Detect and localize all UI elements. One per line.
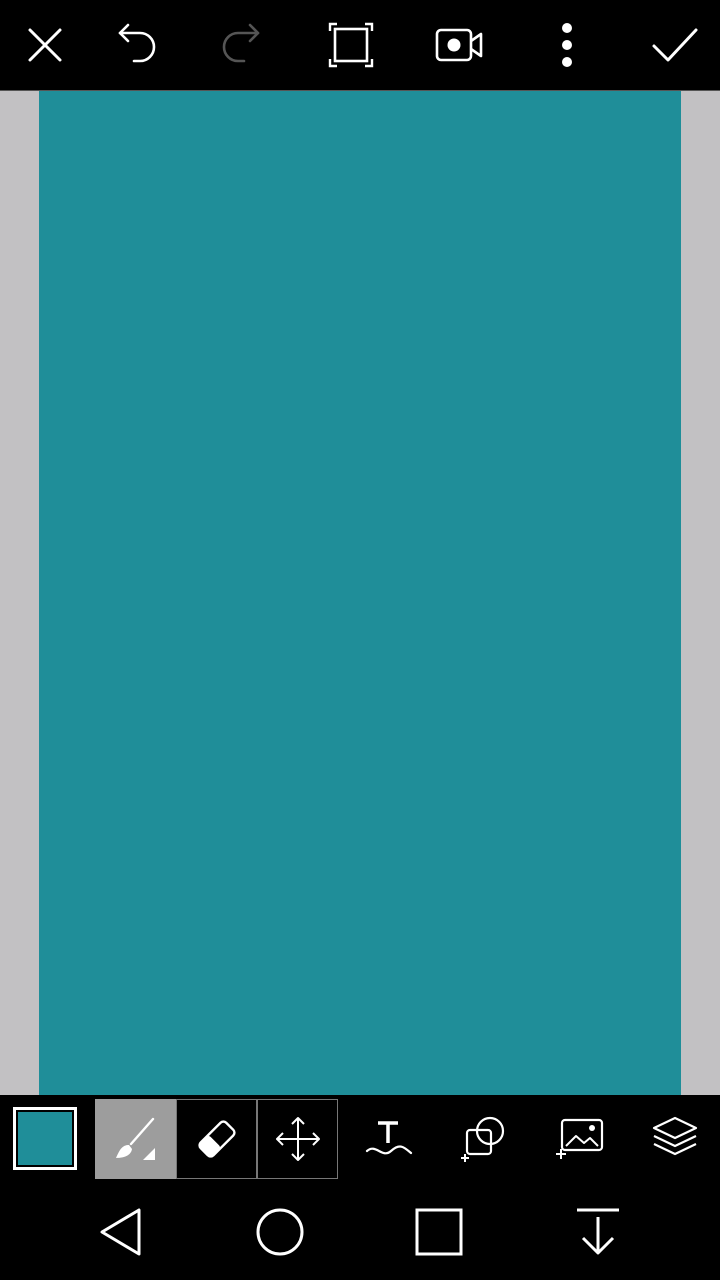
undo-icon <box>118 23 156 63</box>
home-icon <box>256 1208 304 1256</box>
more-options-icon <box>562 23 572 67</box>
eraser-icon <box>197 1120 236 1158</box>
layers-icon <box>652 1116 698 1156</box>
move-icon <box>275 1117 320 1161</box>
confirm-button[interactable] <box>630 0 720 90</box>
record-video-icon <box>435 28 483 62</box>
undo-button[interactable] <box>90 0 180 90</box>
color-picker-swatch[interactable] <box>13 1107 77 1170</box>
recents-icon <box>415 1208 463 1256</box>
more-options-button[interactable] <box>522 0 612 90</box>
recents-button[interactable] <box>394 1192 484 1272</box>
eraser-tool-button[interactable] <box>176 1099 257 1179</box>
redo-button[interactable] <box>198 0 288 90</box>
confirm-icon <box>652 28 698 62</box>
back-icon <box>100 1208 141 1256</box>
home-button[interactable] <box>235 1192 325 1272</box>
shape-icon <box>461 1116 505 1162</box>
text-icon <box>365 1121 413 1155</box>
add-image-icon <box>556 1118 604 1159</box>
move-tool-button[interactable] <box>257 1099 338 1179</box>
back-button[interactable] <box>76 1192 166 1272</box>
hide-nav-button[interactable] <box>553 1192 643 1272</box>
shape-tool-button[interactable] <box>444 1099 524 1179</box>
drawing-canvas[interactable] <box>39 91 681 1095</box>
fullscreen-button[interactable] <box>306 0 396 90</box>
layers-button[interactable] <box>635 1099 715 1179</box>
close-button[interactable] <box>0 0 90 90</box>
record-video-button[interactable] <box>414 0 504 90</box>
brush-icon <box>115 1117 155 1160</box>
text-tool-button[interactable] <box>349 1099 429 1179</box>
workspace <box>0 90 720 1095</box>
add-image-button[interactable] <box>540 1099 620 1179</box>
close-icon <box>28 28 62 62</box>
brush-tool-button[interactable] <box>95 1099 176 1179</box>
fullscreen-icon <box>328 22 374 68</box>
redo-icon <box>222 23 260 63</box>
top-toolbar <box>0 0 720 90</box>
hide-nav-icon <box>577 1208 619 1255</box>
drawing-app <box>0 0 720 1280</box>
